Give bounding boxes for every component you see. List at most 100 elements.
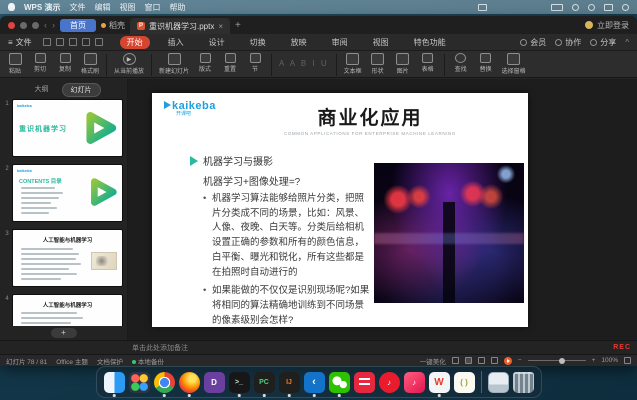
dock-icon-firefox[interactable] — [179, 372, 200, 393]
dock-icon-code-app[interactable]: ( ) — [454, 372, 475, 393]
docer-tab[interactable]: 稻壳 — [101, 20, 125, 31]
reading-view-icon[interactable] — [478, 357, 485, 364]
dock-icon-wechat[interactable] — [329, 372, 350, 393]
dock-icon-documents-stack[interactable] — [488, 372, 509, 393]
dock-icon-red-chinese-app[interactable] — [354, 372, 375, 393]
reset-button[interactable]: 重置 — [221, 53, 239, 73]
dock-icon-vscode[interactable]: ‹ — [304, 372, 325, 393]
dock-icon-launchpad[interactable] — [129, 372, 150, 393]
table-button[interactable]: 表格 — [419, 53, 437, 73]
zoom-out-button[interactable]: − — [518, 357, 522, 364]
dock-icon-wps-office[interactable]: W — [429, 372, 450, 393]
undo-icon[interactable] — [82, 38, 90, 46]
control-center-icon[interactable] — [604, 4, 613, 11]
slide-editor-canvas[interactable]: kaikeba 开课吧 商业化应用 COMMON APPLICATIONS FO… — [128, 79, 637, 340]
dock-icon-chrome[interactable] — [154, 372, 175, 393]
cut-button[interactable]: 剪切 — [31, 53, 49, 73]
siri-icon[interactable] — [622, 4, 629, 11]
wifi-icon[interactable] — [572, 4, 579, 11]
new-tab-button[interactable]: + — [235, 20, 241, 31]
zoom-in-button[interactable]: + — [592, 357, 596, 364]
tab-review[interactable]: 审阅 — [325, 36, 355, 49]
local-backup-status[interactable]: 本地备份 — [132, 356, 164, 366]
battery-icon[interactable] — [551, 4, 563, 11]
paste-button[interactable]: 粘贴 — [6, 53, 24, 75]
dock-icon-netease-music[interactable]: ♪ — [379, 372, 400, 393]
tab-design[interactable]: 设计 — [202, 36, 232, 49]
collapse-ribbon-icon[interactable]: ^ — [625, 38, 629, 47]
search-icon[interactable] — [588, 4, 595, 11]
zoom-slider-knob[interactable] — [559, 358, 565, 364]
notes-view-icon[interactable] — [491, 357, 498, 364]
dock-icon-purple-d-app[interactable]: D — [204, 372, 225, 393]
print-icon[interactable] — [69, 38, 77, 46]
menu-file[interactable]: 文件 — [69, 2, 85, 13]
file-menu-button[interactable]: ≡文件 — [8, 37, 32, 48]
save-icon[interactable] — [43, 38, 51, 46]
nav-forward-icon[interactable]: › — [52, 20, 55, 30]
document-protect-button[interactable]: 文档保护 — [97, 356, 123, 366]
picture-button[interactable]: 图片 — [394, 53, 412, 75]
notes-area[interactable]: 单击此处添加备注 REC — [0, 340, 637, 354]
dock-icon-intellij-idea[interactable]: IJ — [279, 372, 300, 393]
play-from-current-button[interactable]: ▶从当前播放 — [114, 53, 144, 75]
home-button[interactable]: 首页 — [60, 19, 96, 32]
find-button[interactable]: 查找 — [452, 53, 470, 73]
fullscreen-icon[interactable] — [624, 357, 631, 364]
slide-body-textbox[interactable]: 机器学习与摄影 机器学习+图像处理=? 机器学习算法能够给照片分类，把照片分类成… — [190, 153, 372, 332]
menu-app-name[interactable]: WPS 演示 — [24, 2, 60, 13]
tab-home[interactable]: 开始 — [120, 36, 150, 49]
dock-icon-finder[interactable] — [104, 372, 125, 393]
theme-name[interactable]: Office 主题 — [56, 356, 88, 366]
tab-transition[interactable]: 切换 — [243, 36, 273, 49]
beautify-button[interactable]: 一键美化 — [420, 356, 446, 366]
login-button[interactable]: 立即登录 — [585, 20, 629, 31]
add-slide-button[interactable]: + — [51, 328, 77, 338]
task-pane-button[interactable]: 选择窗格 — [502, 53, 526, 75]
menu-edit[interactable]: 编辑 — [94, 2, 110, 13]
format-painter-button[interactable]: 格式刷 — [81, 53, 99, 75]
menu-window[interactable]: 窗口 — [144, 2, 160, 13]
dock-icon-terminal[interactable]: >_ — [229, 372, 250, 393]
minimize-button[interactable] — [20, 22, 27, 29]
tab-view[interactable]: 视图 — [366, 36, 396, 49]
textbox-button[interactable]: 文本框 — [344, 53, 362, 75]
tab-special-features[interactable]: 特色功能 — [407, 36, 453, 49]
tab-slides[interactable]: 幻灯片 — [62, 83, 101, 97]
slide-thumbnail-3[interactable]: 人工智能与机器学习 — [12, 229, 123, 287]
output-icon[interactable] — [56, 38, 64, 46]
layout-button[interactable]: 版式 — [196, 53, 214, 73]
menu-view[interactable]: 视图 — [119, 2, 135, 13]
apple-logo-icon[interactable] — [8, 3, 15, 11]
dock-icon-trash[interactable] — [513, 372, 534, 393]
slide-thumbnail-1[interactable]: kaikeba 重识机器学习 — [12, 99, 123, 157]
document-tab[interactable]: P 重识机器学习.pptx × — [130, 18, 230, 34]
redo-icon[interactable] — [95, 38, 103, 46]
dock-icon-music-app[interactable]: ♪ — [404, 372, 425, 393]
collaborate-button[interactable]: 协作 — [555, 37, 581, 48]
tab-outline[interactable]: 大纲 — [27, 83, 57, 97]
new-slide-button[interactable]: 新建幻灯片 — [159, 53, 189, 75]
member-button[interactable]: 会员 — [520, 37, 546, 48]
slide-thumbnail-4[interactable]: 人工智能与机器学习 ML AI — [12, 294, 123, 326]
section-button[interactable]: 节 — [246, 53, 264, 73]
slide-thumbnail-2[interactable]: kaikeba CONTENTS 目录 — [12, 164, 123, 222]
normal-view-icon[interactable] — [452, 357, 459, 364]
slide-sorter-view-icon[interactable] — [465, 357, 472, 364]
copy-button[interactable]: 复制 — [56, 53, 74, 73]
tab-slideshow[interactable]: 放映 — [284, 36, 314, 49]
maximize-button[interactable] — [32, 22, 39, 29]
menu-help[interactable]: 帮助 — [169, 2, 185, 13]
tab-insert[interactable]: 插入 — [161, 36, 191, 49]
zoom-level[interactable]: 100% — [601, 357, 618, 364]
night-scene-photo[interactable] — [374, 163, 524, 303]
current-slide[interactable]: kaikeba 开课吧 商业化应用 COMMON APPLICATIONS FO… — [152, 93, 528, 327]
screen-mirroring-icon[interactable] — [478, 4, 487, 11]
nav-back-icon[interactable]: ‹ — [44, 20, 47, 30]
shape-button[interactable]: 形状 — [369, 53, 387, 75]
dock-icon-pycharm[interactable]: PC — [254, 372, 275, 393]
replace-button[interactable]: 替换 — [477, 53, 495, 73]
close-tab-icon[interactable]: × — [218, 22, 223, 31]
slideshow-play-button[interactable] — [504, 357, 512, 365]
zoom-slider[interactable] — [528, 360, 586, 361]
